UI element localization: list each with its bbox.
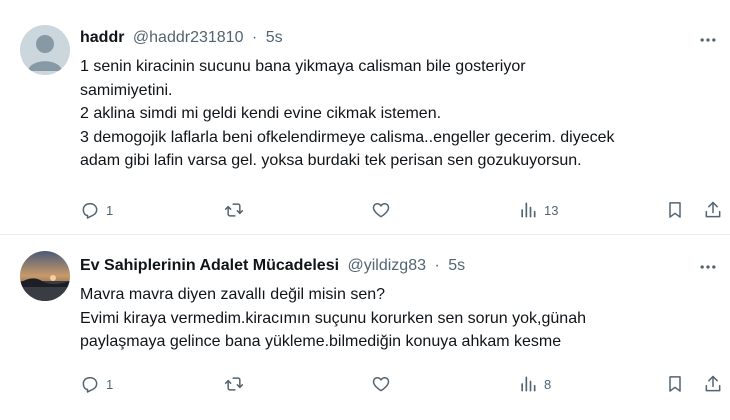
tweet-header: haddr @haddr231810 · 5s: [80, 29, 283, 47]
tweet-text-line: paylaşmaya gelince bana yükleme.bilmediğ…: [80, 333, 562, 350]
tweet-actions: 1 8: [0, 372, 730, 396]
more-options-button[interactable]: [696, 255, 720, 279]
tweet-text-line: Evimi kiraya vermedim.kiracımın suçunu k…: [80, 309, 586, 327]
share-icon: [705, 201, 721, 218]
like-button[interactable]: [371, 198, 391, 222]
views-button[interactable]: 13: [518, 198, 558, 222]
share-button[interactable]: [703, 198, 723, 222]
separator-dot: ·: [251, 29, 258, 46]
reply-icon: [82, 377, 98, 393]
share-button[interactable]: [703, 372, 723, 396]
tweet-header: Ev Sahiplerinin Adalet Mücadelesi @yildi…: [80, 257, 465, 275]
retweet-icon: [224, 377, 244, 391]
more-dots-icon: [700, 265, 716, 269]
tweet-text-line: 2 aklina simdi mi geldi kendi evine cikm…: [80, 105, 442, 122]
retweet-button[interactable]: [224, 198, 244, 222]
avatar-photo[interactable]: [20, 251, 70, 301]
tweet-text-line: Mavra mavra diyen zavallı değil misin se…: [80, 286, 386, 303]
more-options-button[interactable]: [696, 28, 720, 52]
reply-count: 1: [106, 202, 114, 218]
tweet[interactable]: haddr @haddr231810 · 5s 1 senin kiracini…: [0, 0, 730, 235]
timestamp[interactable]: 5s: [266, 29, 283, 46]
bookmark-button[interactable]: [665, 198, 685, 222]
timestamp[interactable]: 5s: [448, 257, 465, 274]
reply-button[interactable]: 1: [80, 198, 113, 222]
views-count: 13: [544, 202, 559, 218]
tweet-text-line: adam gibi lafin varsa gel. yoksa burdaki…: [80, 152, 582, 169]
tweet[interactable]: Ev Sahiplerinin Adalet Mücadelesi @yildi…: [0, 235, 730, 420]
reply-icon: [82, 203, 98, 219]
share-icon: [705, 375, 721, 392]
bookmark-button[interactable]: [665, 372, 685, 396]
like-button[interactable]: [371, 372, 391, 396]
tweet-text: Mavra mavra diyen zavallı değil misin se…: [80, 283, 720, 354]
reply-count: 1: [106, 376, 114, 392]
heart-icon: [372, 203, 390, 218]
views-chart-icon: [521, 202, 536, 218]
author-name[interactable]: Ev Sahiplerinin Adalet Mücadelesi: [80, 257, 339, 274]
bookmark-icon: [669, 376, 681, 392]
views-button[interactable]: 8: [518, 372, 551, 396]
author-handle[interactable]: @haddr231810: [133, 29, 244, 46]
bookmark-icon: [669, 202, 681, 218]
retweet-icon: [224, 203, 244, 217]
tweet-text-line: 3 demogojik laflarla beni ofkelendirmeye…: [80, 128, 615, 146]
views-chart-icon: [521, 376, 536, 392]
tweet-text: 1 senin kiracinin sucunu bana yikmaya ca…: [80, 55, 720, 173]
tweet-text-line: 1 senin kiracinin sucunu bana yikmaya ca…: [80, 58, 526, 75]
retweet-button[interactable]: [224, 372, 244, 396]
default-avatar-icon: [20, 25, 70, 75]
heart-icon: [372, 377, 390, 392]
reply-button[interactable]: 1: [80, 372, 113, 396]
views-count: 8: [544, 376, 552, 392]
separator-dot: ·: [434, 257, 440, 274]
tweet-text-line: samimiyetini.: [80, 81, 173, 99]
avatar-default[interactable]: [20, 25, 70, 75]
sunset-avatar-icon: [20, 251, 70, 301]
author-name[interactable]: haddr: [80, 29, 124, 46]
author-handle[interactable]: @yildizg83: [348, 257, 427, 274]
tweet-actions: 1 13: [0, 198, 730, 222]
more-dots-icon: [700, 38, 716, 42]
